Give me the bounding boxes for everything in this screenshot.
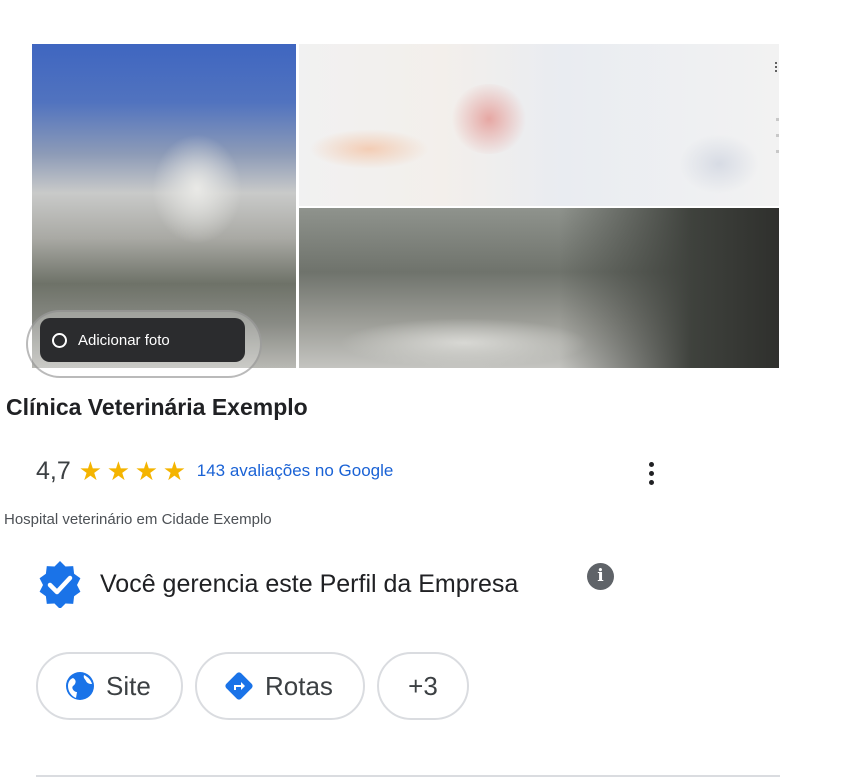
site-label: Site	[106, 670, 151, 701]
verified-badge-icon	[39, 561, 81, 608]
rating-stars: ★ ★ ★ ★	[79, 458, 191, 484]
info-icon[interactable]: i	[587, 563, 614, 590]
more-actions-button[interactable]: +3	[377, 652, 469, 720]
add-photo-label: Adicionar foto	[78, 331, 170, 349]
star-icon: ★	[78, 456, 103, 486]
verified-profile-notice: Você gerencia este Perfil da Empresa	[36, 560, 518, 608]
edge-marks	[776, 118, 779, 166]
rating-row: 4,7 ★ ★ ★ ★ 143 avaliações no Google	[36, 456, 393, 486]
photo-top-right[interactable]	[299, 44, 779, 206]
directions-button[interactable]: Rotas	[195, 652, 365, 720]
star-icon: ★	[162, 456, 187, 486]
photo-menu-icon[interactable]	[773, 62, 779, 78]
add-photo-button[interactable]: Adicionar foto	[40, 318, 245, 362]
more-options-icon[interactable]	[649, 462, 655, 489]
circle-icon	[52, 332, 67, 348]
rating-value: 4,7	[36, 456, 71, 485]
divider	[36, 775, 780, 777]
reviews-link[interactable]: 143 avaliações no Google	[197, 461, 394, 481]
business-category: Hospital veterinário em Cidade Exemplo	[4, 511, 272, 528]
photo-bottom-right[interactable]	[299, 208, 779, 368]
star-icon: ★	[134, 456, 159, 486]
verified-label: Você gerencia este Perfil da Empresa	[100, 569, 519, 598]
site-button[interactable]: Site	[36, 652, 183, 720]
business-name: Clínica Veterinária Exemplo	[6, 394, 308, 420]
more-actions-label: +3	[408, 670, 438, 701]
globe-icon	[66, 672, 94, 700]
star-icon: ★	[106, 456, 131, 486]
directions-label: Rotas	[265, 670, 333, 701]
directions-icon	[225, 672, 253, 700]
